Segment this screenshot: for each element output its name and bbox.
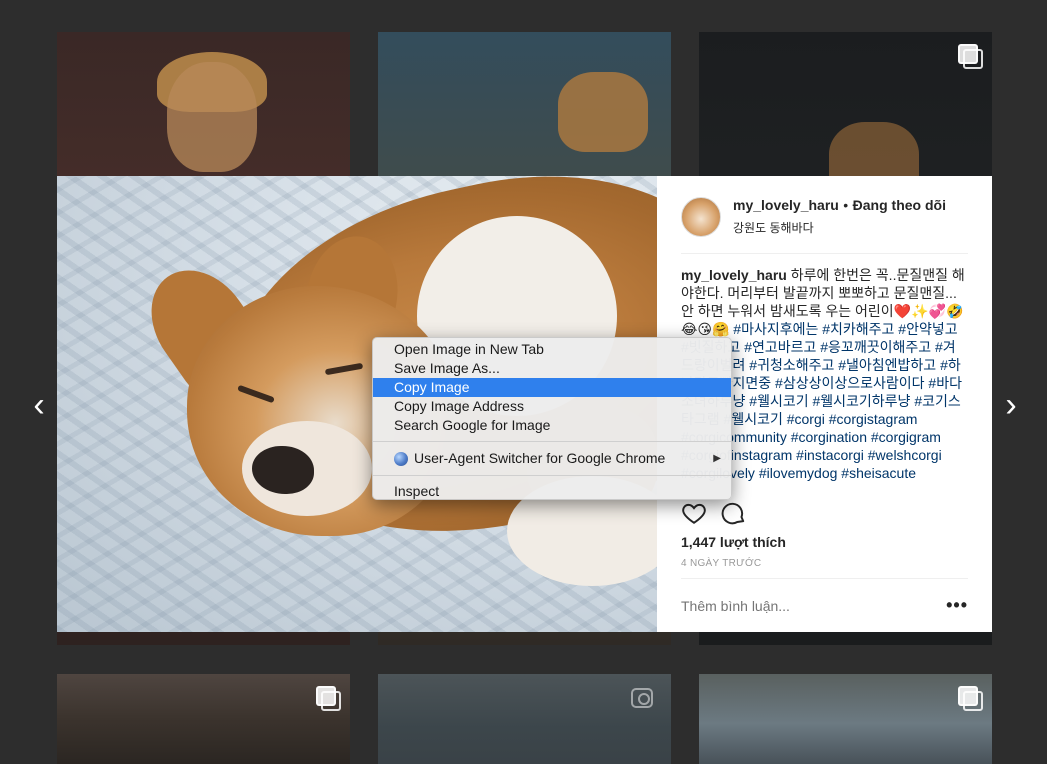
avatar[interactable] — [681, 196, 721, 237]
menu-open-image-new-tab[interactable]: Open Image in New Tab — [373, 340, 731, 359]
thumbnail-dog — [558, 72, 648, 152]
menu-separator — [373, 441, 731, 442]
thumbnail-face — [167, 62, 257, 172]
post-header-text: my_lovely_haru • Đang theo dõi 강원도 동해바다 — [733, 197, 946, 236]
comment-icon[interactable] — [721, 500, 747, 526]
likes-count[interactable]: 1,447 lượt thích — [681, 534, 786, 550]
grid-post-thumbnail[interactable] — [378, 674, 671, 764]
menu-separator — [373, 475, 731, 476]
menu-copy-image-address[interactable]: Copy Image Address — [373, 397, 731, 416]
caption-username[interactable]: my_lovely_haru — [681, 267, 787, 283]
post-timestamp[interactable]: 4 NGÀY TRƯỚC — [681, 558, 761, 569]
heart-icon[interactable] — [681, 500, 707, 526]
menu-user-agent-switcher[interactable]: User-Agent Switcher for Google Chrome ▶ — [373, 448, 731, 469]
dog-nose — [252, 446, 314, 494]
menu-inspect[interactable]: Inspect — [373, 482, 731, 501]
location-link[interactable]: 강원도 동해바다 — [733, 219, 946, 236]
globe-icon — [394, 451, 408, 466]
comment-input[interactable] — [681, 597, 921, 614]
username-link[interactable]: my_lovely_haru — [733, 197, 839, 213]
menu-copy-image[interactable]: Copy Image — [373, 378, 731, 397]
grid-post-thumbnail[interactable] — [699, 674, 992, 764]
previous-post-arrow-icon[interactable]: ‹ — [26, 388, 52, 422]
next-post-arrow-icon[interactable]: › — [998, 388, 1024, 422]
grid-post-thumbnail[interactable] — [57, 674, 350, 764]
camera-icon — [631, 688, 653, 708]
post-header: my_lovely_haru • Đang theo dõi 강원도 동해바다 — [681, 176, 968, 254]
multiple-photos-icon — [958, 44, 983, 69]
menu-user-agent-switcher-label: User-Agent Switcher for Google Chrome — [414, 450, 666, 466]
menu-save-image-as[interactable]: Save Image As... — [373, 359, 731, 378]
menu-search-google-for-image[interactable]: Search Google for Image — [373, 416, 731, 435]
comment-bar: ••• — [681, 578, 968, 632]
submenu-arrow-icon: ▶ — [713, 453, 721, 464]
separator-dot: • — [843, 197, 849, 213]
following-button[interactable]: Đang theo dõi — [853, 197, 946, 213]
more-options-icon[interactable]: ••• — [946, 595, 968, 616]
post-actions — [681, 500, 747, 526]
multiple-photos-icon — [316, 686, 341, 711]
multiple-photos-icon — [958, 686, 983, 711]
context-menu: Open Image in New Tab Save Image As... C… — [372, 337, 732, 500]
